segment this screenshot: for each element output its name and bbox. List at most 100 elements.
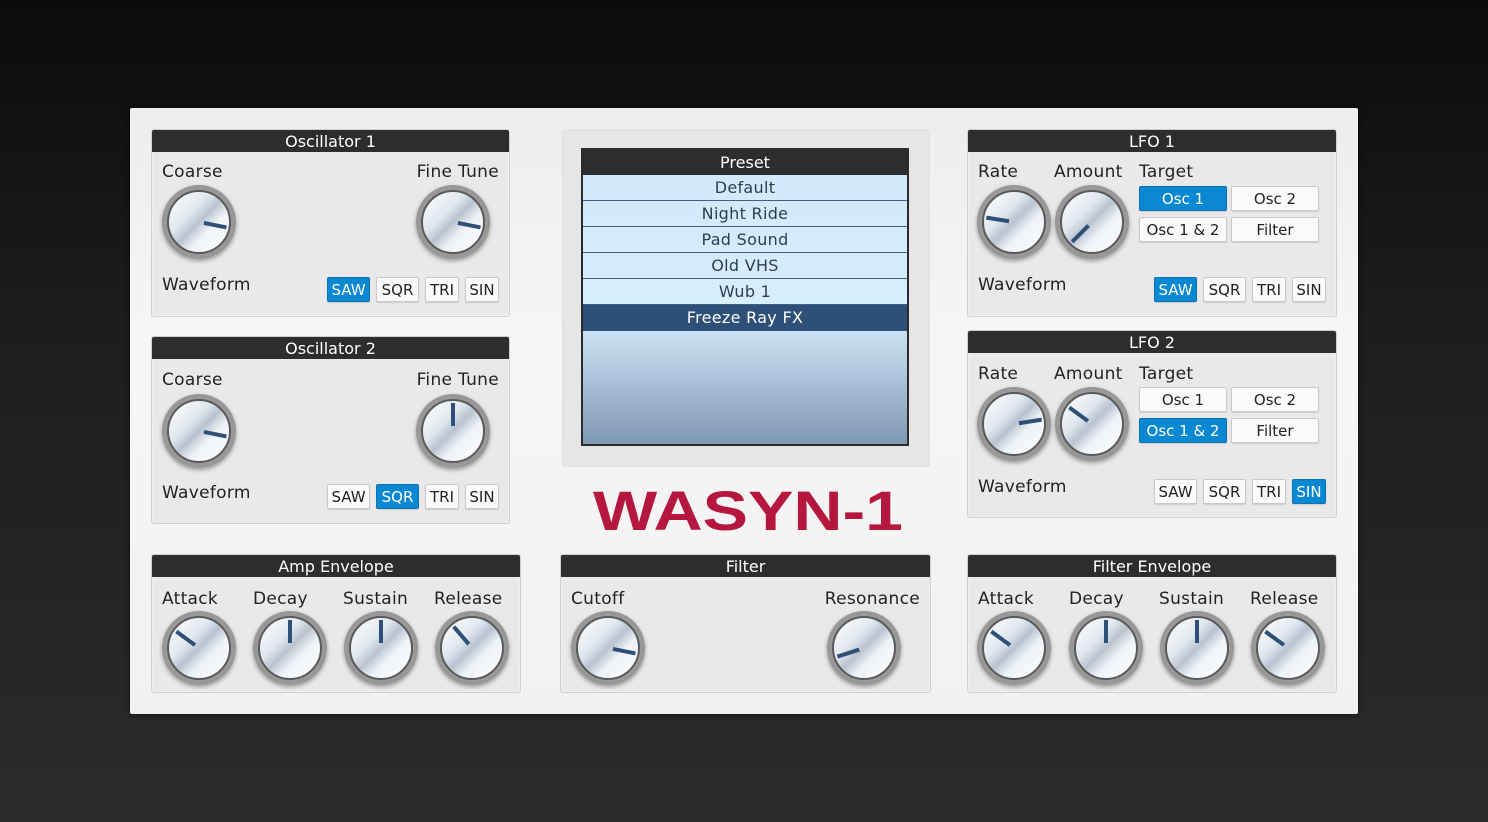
preset-section: Preset Default Night Ride Pad Sound Old … [562, 129, 930, 467]
amount-label: Amount [1054, 162, 1123, 182]
panel-title: Amp Envelope [152, 555, 520, 577]
waveform-sqr-button[interactable]: SQR [376, 484, 419, 509]
knob-indicator [1068, 405, 1090, 423]
sustain-knob[interactable] [1160, 611, 1234, 685]
oscillator-1-panel: Oscillator 1 Coarse Fine Tune Waveform S… [151, 129, 510, 317]
knob-pointer [452, 625, 471, 646]
waveform-tri-button[interactable]: TRI [425, 484, 459, 509]
panel-title: Filter [561, 555, 930, 577]
waveform-sin-button[interactable]: SIN [465, 484, 499, 509]
release-label: Release [434, 589, 503, 609]
logo-text: WASYN-1 [593, 480, 903, 540]
release-knob[interactable] [435, 611, 509, 685]
waveform-tri-button[interactable]: TRI [1252, 277, 1286, 302]
cutoff-knob[interactable] [571, 611, 645, 685]
amount-knob[interactable] [1055, 185, 1129, 259]
fine-tune-label: Fine Tune [416, 370, 499, 390]
decay-knob[interactable] [1069, 611, 1143, 685]
waveform-sin-button[interactable]: SIN [1292, 277, 1326, 302]
waveform-label: Waveform [978, 477, 1067, 497]
knob-indicator [990, 629, 1012, 647]
knob-indicator [612, 647, 636, 656]
knob-pointer [990, 629, 1012, 647]
preset-item[interactable]: Freeze Ray FX [583, 305, 907, 331]
preset-item[interactable]: Old VHS [583, 253, 907, 279]
panel-title: LFO 2 [968, 331, 1336, 353]
resonance-knob[interactable] [827, 611, 901, 685]
waveform-saw-button[interactable]: SAW [327, 484, 370, 509]
panel-title: Oscillator 1 [152, 130, 509, 152]
knob-indicator [1264, 629, 1286, 647]
wasyn-logo: WASYN-1 [593, 480, 903, 540]
knob-indicator [451, 403, 455, 426]
knob-indicator [175, 629, 197, 647]
preset-screen: Preset Default Night Ride Pad Sound Old … [581, 148, 909, 446]
waveform-label: Waveform [978, 275, 1067, 295]
amp-envelope-panel: Amp Envelope Attack Decay Sustain Releas… [151, 554, 521, 693]
target-filter-button[interactable]: Filter [1231, 217, 1319, 242]
rate-knob[interactable] [977, 185, 1051, 259]
knob-pointer [986, 215, 1010, 224]
rate-label: Rate [978, 162, 1019, 182]
knob-pointer [1018, 417, 1042, 426]
knob-pointer [175, 629, 197, 647]
filter-envelope-panel: Filter Envelope Attack Decay Sustain Rel… [967, 554, 1337, 693]
lfo-2-panel: LFO 2 Rate Amount Target Osc 1 Osc 2 Osc… [967, 330, 1337, 518]
resonance-label: Resonance [824, 589, 920, 609]
attack-knob[interactable] [977, 611, 1051, 685]
waveform-label: Waveform [162, 275, 251, 295]
target-filter-button[interactable]: Filter [1231, 418, 1319, 443]
target-osc2-button[interactable]: Osc 2 [1231, 186, 1319, 211]
amount-knob[interactable] [1055, 387, 1129, 461]
target-osc2-button[interactable]: Osc 2 [1231, 387, 1319, 412]
release-knob[interactable] [1251, 611, 1325, 685]
knob-indicator [379, 620, 383, 643]
rate-label: Rate [978, 364, 1019, 384]
waveform-label: Waveform [162, 483, 251, 503]
waveform-sin-button[interactable]: SIN [465, 277, 499, 302]
coarse-knob[interactable] [162, 185, 236, 259]
waveform-saw-button[interactable]: SAW [327, 277, 370, 302]
rate-knob[interactable] [977, 387, 1051, 461]
target-osc1-button[interactable]: Osc 1 [1139, 186, 1227, 211]
waveform-sqr-button[interactable]: SQR [1203, 277, 1246, 302]
target-osc1-2-button[interactable]: Osc 1 & 2 [1139, 418, 1227, 443]
waveform-saw-button[interactable]: SAW [1154, 277, 1197, 302]
waveform-saw-button[interactable]: SAW [1154, 479, 1197, 504]
knob-pointer [1068, 405, 1090, 423]
knob-indicator [452, 625, 471, 646]
preset-item[interactable]: Night Ride [583, 201, 907, 227]
preset-item[interactable]: Pad Sound [583, 227, 907, 253]
fine-tune-label: Fine Tune [416, 162, 499, 182]
knob-indicator [1070, 224, 1090, 244]
panel-title: LFO 1 [968, 130, 1336, 152]
knob-indicator [1195, 620, 1199, 643]
sustain-label: Sustain [1159, 589, 1225, 609]
knob-indicator [457, 221, 481, 230]
decay-label: Decay [1069, 589, 1124, 609]
target-osc1-2-button[interactable]: Osc 1 & 2 [1139, 217, 1227, 242]
target-label: Target [1139, 364, 1194, 384]
knob-pointer [203, 221, 227, 230]
lfo-1-panel: LFO 1 Rate Amount Target Osc 1 Osc 2 Osc… [967, 129, 1337, 317]
sustain-label: Sustain [343, 589, 409, 609]
waveform-tri-button[interactable]: TRI [1252, 479, 1286, 504]
coarse-label: Coarse [162, 370, 223, 390]
waveform-sqr-button[interactable]: SQR [376, 277, 419, 302]
target-osc1-button[interactable]: Osc 1 [1139, 387, 1227, 412]
coarse-label: Coarse [162, 162, 223, 182]
fine-tune-knob[interactable] [416, 394, 490, 468]
coarse-knob[interactable] [162, 394, 236, 468]
attack-knob[interactable] [162, 611, 236, 685]
preset-item[interactable]: Wub 1 [583, 279, 907, 305]
knob-indicator [203, 221, 227, 230]
waveform-tri-button[interactable]: TRI [425, 277, 459, 302]
preset-item[interactable]: Default [583, 175, 907, 201]
fine-tune-knob[interactable] [416, 185, 490, 259]
knob-indicator [986, 215, 1010, 224]
waveform-sin-button[interactable]: SIN [1292, 479, 1326, 504]
panel-title: Oscillator 2 [152, 337, 509, 359]
decay-knob[interactable] [253, 611, 327, 685]
waveform-sqr-button[interactable]: SQR [1203, 479, 1246, 504]
sustain-knob[interactable] [344, 611, 418, 685]
